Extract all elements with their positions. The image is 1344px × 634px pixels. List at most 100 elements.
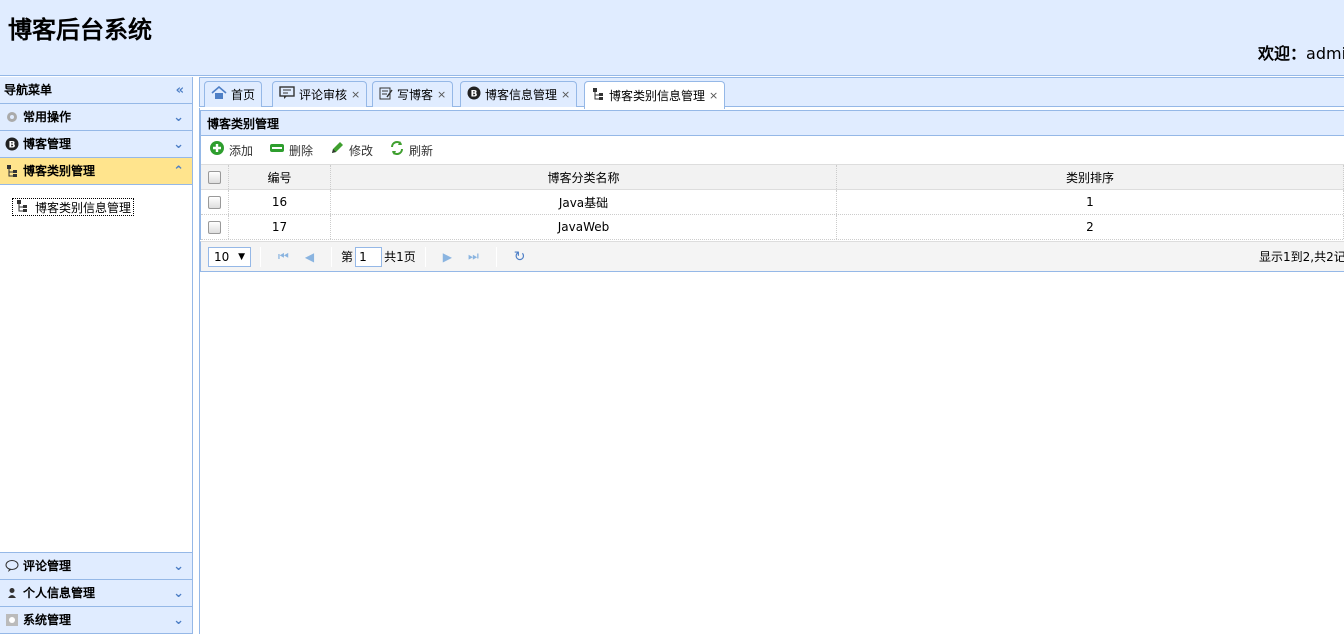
tab-blog-info[interactable]: B 博客信息管理 × <box>460 81 578 107</box>
user-icon <box>4 585 20 601</box>
chevron-up-icon[interactable]: ⌃ <box>173 158 184 185</box>
select-all-checkbox[interactable] <box>208 170 221 184</box>
chevron-down-icon[interactable]: ⌄ <box>173 553 184 580</box>
row-checkbox-cell <box>201 215 229 239</box>
collapse-left-icon[interactable]: « <box>176 77 184 104</box>
blog-icon: B <box>467 86 481 103</box>
column-header-id[interactable]: 编号 <box>229 165 331 189</box>
table-row[interactable]: 17 JavaWeb 2 <box>201 215 1344 240</box>
nav-section-label: 博客管理 <box>23 136 72 151</box>
welcome-text: 欢迎：admi <box>1258 40 1344 64</box>
edit-button-label: 修改 <box>349 143 374 158</box>
panel-title: 博客类别管理 <box>200 110 1344 136</box>
delete-button[interactable]: 删除 <box>269 142 313 159</box>
pager-separator <box>331 246 333 267</box>
tab-label: 博客信息管理 <box>485 88 558 102</box>
cell-name: JavaWeb <box>331 215 837 239</box>
nav-section-common[interactable]: 常用操作 ⌄ <box>0 104 192 131</box>
welcome-user: admi <box>1306 44 1344 63</box>
nav-section-blog[interactable]: B 博客管理 ⌄ <box>0 131 192 158</box>
chevron-down-icon[interactable]: ⌄ <box>173 580 184 607</box>
system-icon <box>4 612 20 628</box>
refresh-icon <box>389 140 405 160</box>
tree-item-label: 博客类别信息管理 <box>35 200 132 215</box>
tab-blog-type-info[interactable]: 博客类别信息管理 × <box>584 81 726 109</box>
tree-icon <box>591 87 605 104</box>
close-icon[interactable]: × <box>561 88 570 101</box>
nav-section-profile[interactable]: 个人信息管理 ⌄ <box>0 580 192 607</box>
add-button-label: 添加 <box>229 143 254 158</box>
cell-id: 17 <box>229 215 331 239</box>
row-checkbox[interactable] <box>208 195 221 209</box>
edit-icon <box>379 86 393 103</box>
chevron-down-icon[interactable]: ⌄ <box>173 131 184 158</box>
tab-write-blog[interactable]: 写博客 × <box>372 81 454 107</box>
tab-home[interactable]: 首页 <box>204 81 263 107</box>
page-size-value: 10 <box>214 249 230 264</box>
column-header-name[interactable]: 博客分类名称 <box>331 165 837 189</box>
app-title: 博客后台系统 <box>8 16 152 44</box>
close-icon[interactable]: × <box>437 88 446 101</box>
comment-review-icon <box>279 86 295 103</box>
select-all-cell <box>201 165 229 189</box>
svg-text:B: B <box>9 141 16 151</box>
nav-section-comment[interactable]: 评论管理 ⌄ <box>0 553 192 580</box>
svg-text:B: B <box>471 90 478 100</box>
nav-section-blog-type[interactable]: 博客类别管理 ⌃ <box>0 158 192 185</box>
nav-section-label: 常用操作 <box>23 109 72 124</box>
cell-sort: 2 <box>837 215 1344 239</box>
close-icon[interactable]: × <box>351 88 360 101</box>
nav-section-body: 博客类别信息管理 <box>0 185 192 553</box>
toolbar: 添加 删除 修改 刷新 <box>200 136 1344 164</box>
pencil-icon <box>329 140 345 160</box>
page-number-input[interactable]: 1 <box>355 246 383 267</box>
tab-bar: 首页 评论审核 × 写博客 × B 博客信息管理 × 博客类别信息管理 × <box>199 77 1344 109</box>
prev-page-icon[interactable]: ◀ <box>305 250 314 264</box>
header: 博客后台系统 欢迎：admi <box>0 0 1344 76</box>
welcome-label: 欢迎： <box>1258 44 1307 63</box>
reload-icon[interactable]: ↻ <box>514 249 526 265</box>
close-icon[interactable]: × <box>709 89 718 102</box>
chevron-down-icon[interactable]: ⌄ <box>173 607 184 634</box>
chevron-down-icon[interactable]: ⌄ <box>173 104 184 131</box>
tab-label: 评论审核 <box>299 88 348 102</box>
row-checkbox-cell <box>201 190 229 214</box>
nav-section-label: 系统管理 <box>23 612 72 627</box>
column-header-sort[interactable]: 类别排序 <box>837 165 1344 189</box>
tree-item-blog-type-info[interactable]: 博客类别信息管理 <box>12 198 135 216</box>
table-row[interactable]: 16 Java基础 1 <box>201 190 1344 215</box>
comment-icon <box>4 558 20 574</box>
add-icon <box>209 140 225 160</box>
data-grid: 编号 博客分类名称 类别排序 16 Java基础 1 17 JavaWeb 2 <box>200 164 1344 240</box>
page-size-select[interactable]: 10 ▼ <box>208 246 251 267</box>
refresh-button-label: 刷新 <box>409 143 434 158</box>
last-page-icon[interactable]: ⏭ <box>468 249 479 264</box>
first-page-icon[interactable]: ⏮ <box>278 249 289 264</box>
pager-separator <box>424 246 426 267</box>
next-page-icon[interactable]: ▶ <box>443 250 452 264</box>
nav-title: 导航菜单 « <box>0 77 192 104</box>
page-total: 共1页 <box>384 250 416 264</box>
grid-header: 编号 博客分类名称 类别排序 <box>201 164 1344 190</box>
tree-icon <box>15 199 29 216</box>
cell-id: 16 <box>229 190 331 214</box>
refresh-button[interactable]: 刷新 <box>389 140 433 160</box>
nav-section-label: 评论管理 <box>23 558 72 573</box>
tab-comment-review[interactable]: 评论审核 × <box>272 81 368 107</box>
pager-separator <box>260 246 261 267</box>
pager-separator <box>495 246 497 267</box>
row-checkbox[interactable] <box>208 220 221 234</box>
tree-icon <box>4 163 20 179</box>
home-icon <box>211 85 227 103</box>
add-button[interactable]: 添加 <box>209 140 253 160</box>
edit-button[interactable]: 修改 <box>329 140 373 160</box>
delete-button-label: 删除 <box>289 143 314 158</box>
nav-panel: 导航菜单 « 常用操作 ⌄ B 博客管理 ⌄ 博客类别管理 ⌃ 博客类别信息管理 <box>0 77 193 634</box>
gear-icon <box>4 109 20 125</box>
tab-label: 首页 <box>231 88 256 102</box>
nav-section-system[interactable]: 系统管理 ⌄ <box>0 607 192 634</box>
content-panel: 博客类别管理 添加 删除 修改 刷新 编号 博客分类名称 类别排序 16 Jav… <box>199 108 1344 634</box>
tab-label: 写博客 <box>397 88 434 102</box>
cell-sort: 1 <box>837 190 1344 214</box>
nav-section-label: 博客类别管理 <box>23 163 96 178</box>
